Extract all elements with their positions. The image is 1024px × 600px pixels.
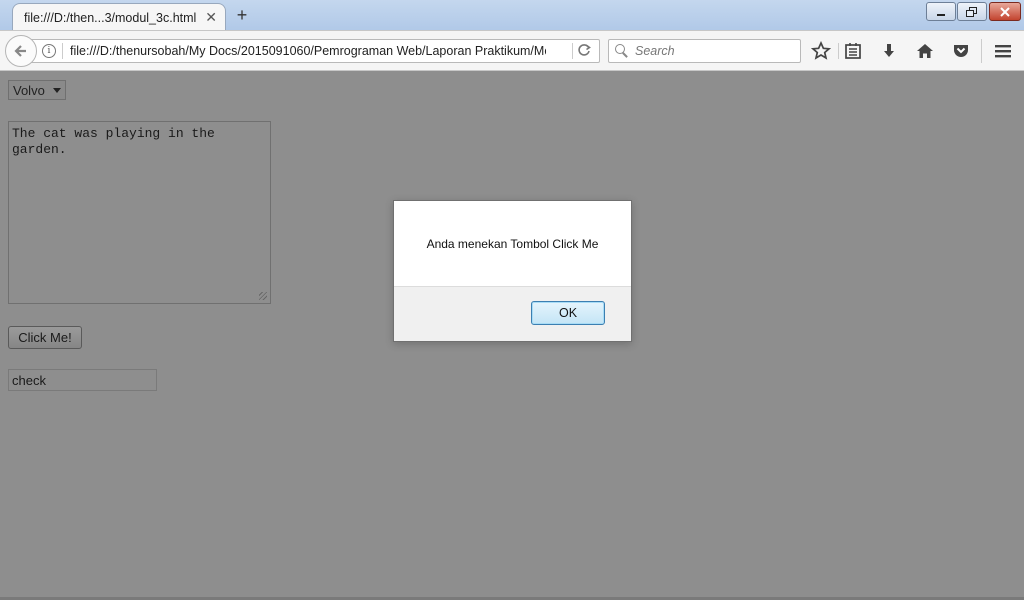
close-icon — [1000, 6, 1010, 17]
chevron-down-icon — [53, 88, 61, 93]
search-input[interactable] — [635, 44, 795, 58]
navigation-toolbar: i file:///D:/thenursobah/My Docs/2015091… — [0, 30, 1024, 71]
url-separator — [62, 43, 63, 59]
dialog-message: Anda menekan Tombol Click Me — [426, 237, 599, 251]
search-bar[interactable] — [608, 39, 801, 63]
info-icon[interactable]: i — [42, 44, 56, 58]
close-window-button[interactable] — [989, 2, 1021, 21]
restore-icon — [966, 6, 977, 17]
minimize-icon — [937, 13, 945, 16]
address-bar[interactable]: i file:///D:/thenursobah/My Docs/2015091… — [28, 39, 600, 63]
toolbar-separator — [838, 43, 839, 59]
reading-list-icon[interactable] — [842, 41, 864, 61]
select-value: Volvo — [13, 82, 45, 98]
back-button[interactable] — [5, 35, 37, 67]
reload-separator — [572, 43, 573, 59]
back-arrow-icon — [14, 45, 26, 57]
hamburger-menu-icon[interactable] — [992, 41, 1014, 61]
restore-window-button[interactable] — [957, 2, 987, 21]
home-icon[interactable] — [914, 41, 936, 61]
tab-title: file:///D:/then...3/modul_3c.html — [24, 10, 197, 25]
pocket-icon[interactable] — [950, 41, 972, 61]
car-select[interactable]: Volvo — [8, 80, 66, 100]
reload-icon[interactable] — [577, 43, 591, 60]
click-me-button[interactable]: Click Me! — [8, 326, 82, 349]
menu-separator — [981, 39, 982, 63]
browser-tab[interactable]: file:///D:/then...3/modul_3c.html ✕ — [12, 3, 226, 31]
ok-button[interactable]: OK — [531, 301, 605, 325]
minimize-window-button[interactable] — [926, 2, 956, 21]
title-bar: file:///D:/then...3/modul_3c.html ✕ + — [0, 0, 1024, 31]
download-icon[interactable] — [878, 41, 900, 61]
new-tab-button[interactable]: + — [232, 5, 252, 25]
tab-close-icon[interactable]: ✕ — [205, 9, 217, 25]
dialog-footer: OK — [394, 286, 631, 341]
alert-dialog: Anda menekan Tombol Click Me OK — [393, 200, 632, 342]
search-icon — [615, 44, 629, 58]
text-area[interactable]: The cat was playing in the garden. — [8, 121, 271, 304]
text-input[interactable]: check — [8, 369, 157, 391]
bookmark-star-icon[interactable] — [810, 41, 832, 61]
resize-grip-icon[interactable] — [259, 292, 267, 300]
url-text[interactable]: file:///D:/thenursobah/My Docs/201509106… — [70, 44, 546, 58]
